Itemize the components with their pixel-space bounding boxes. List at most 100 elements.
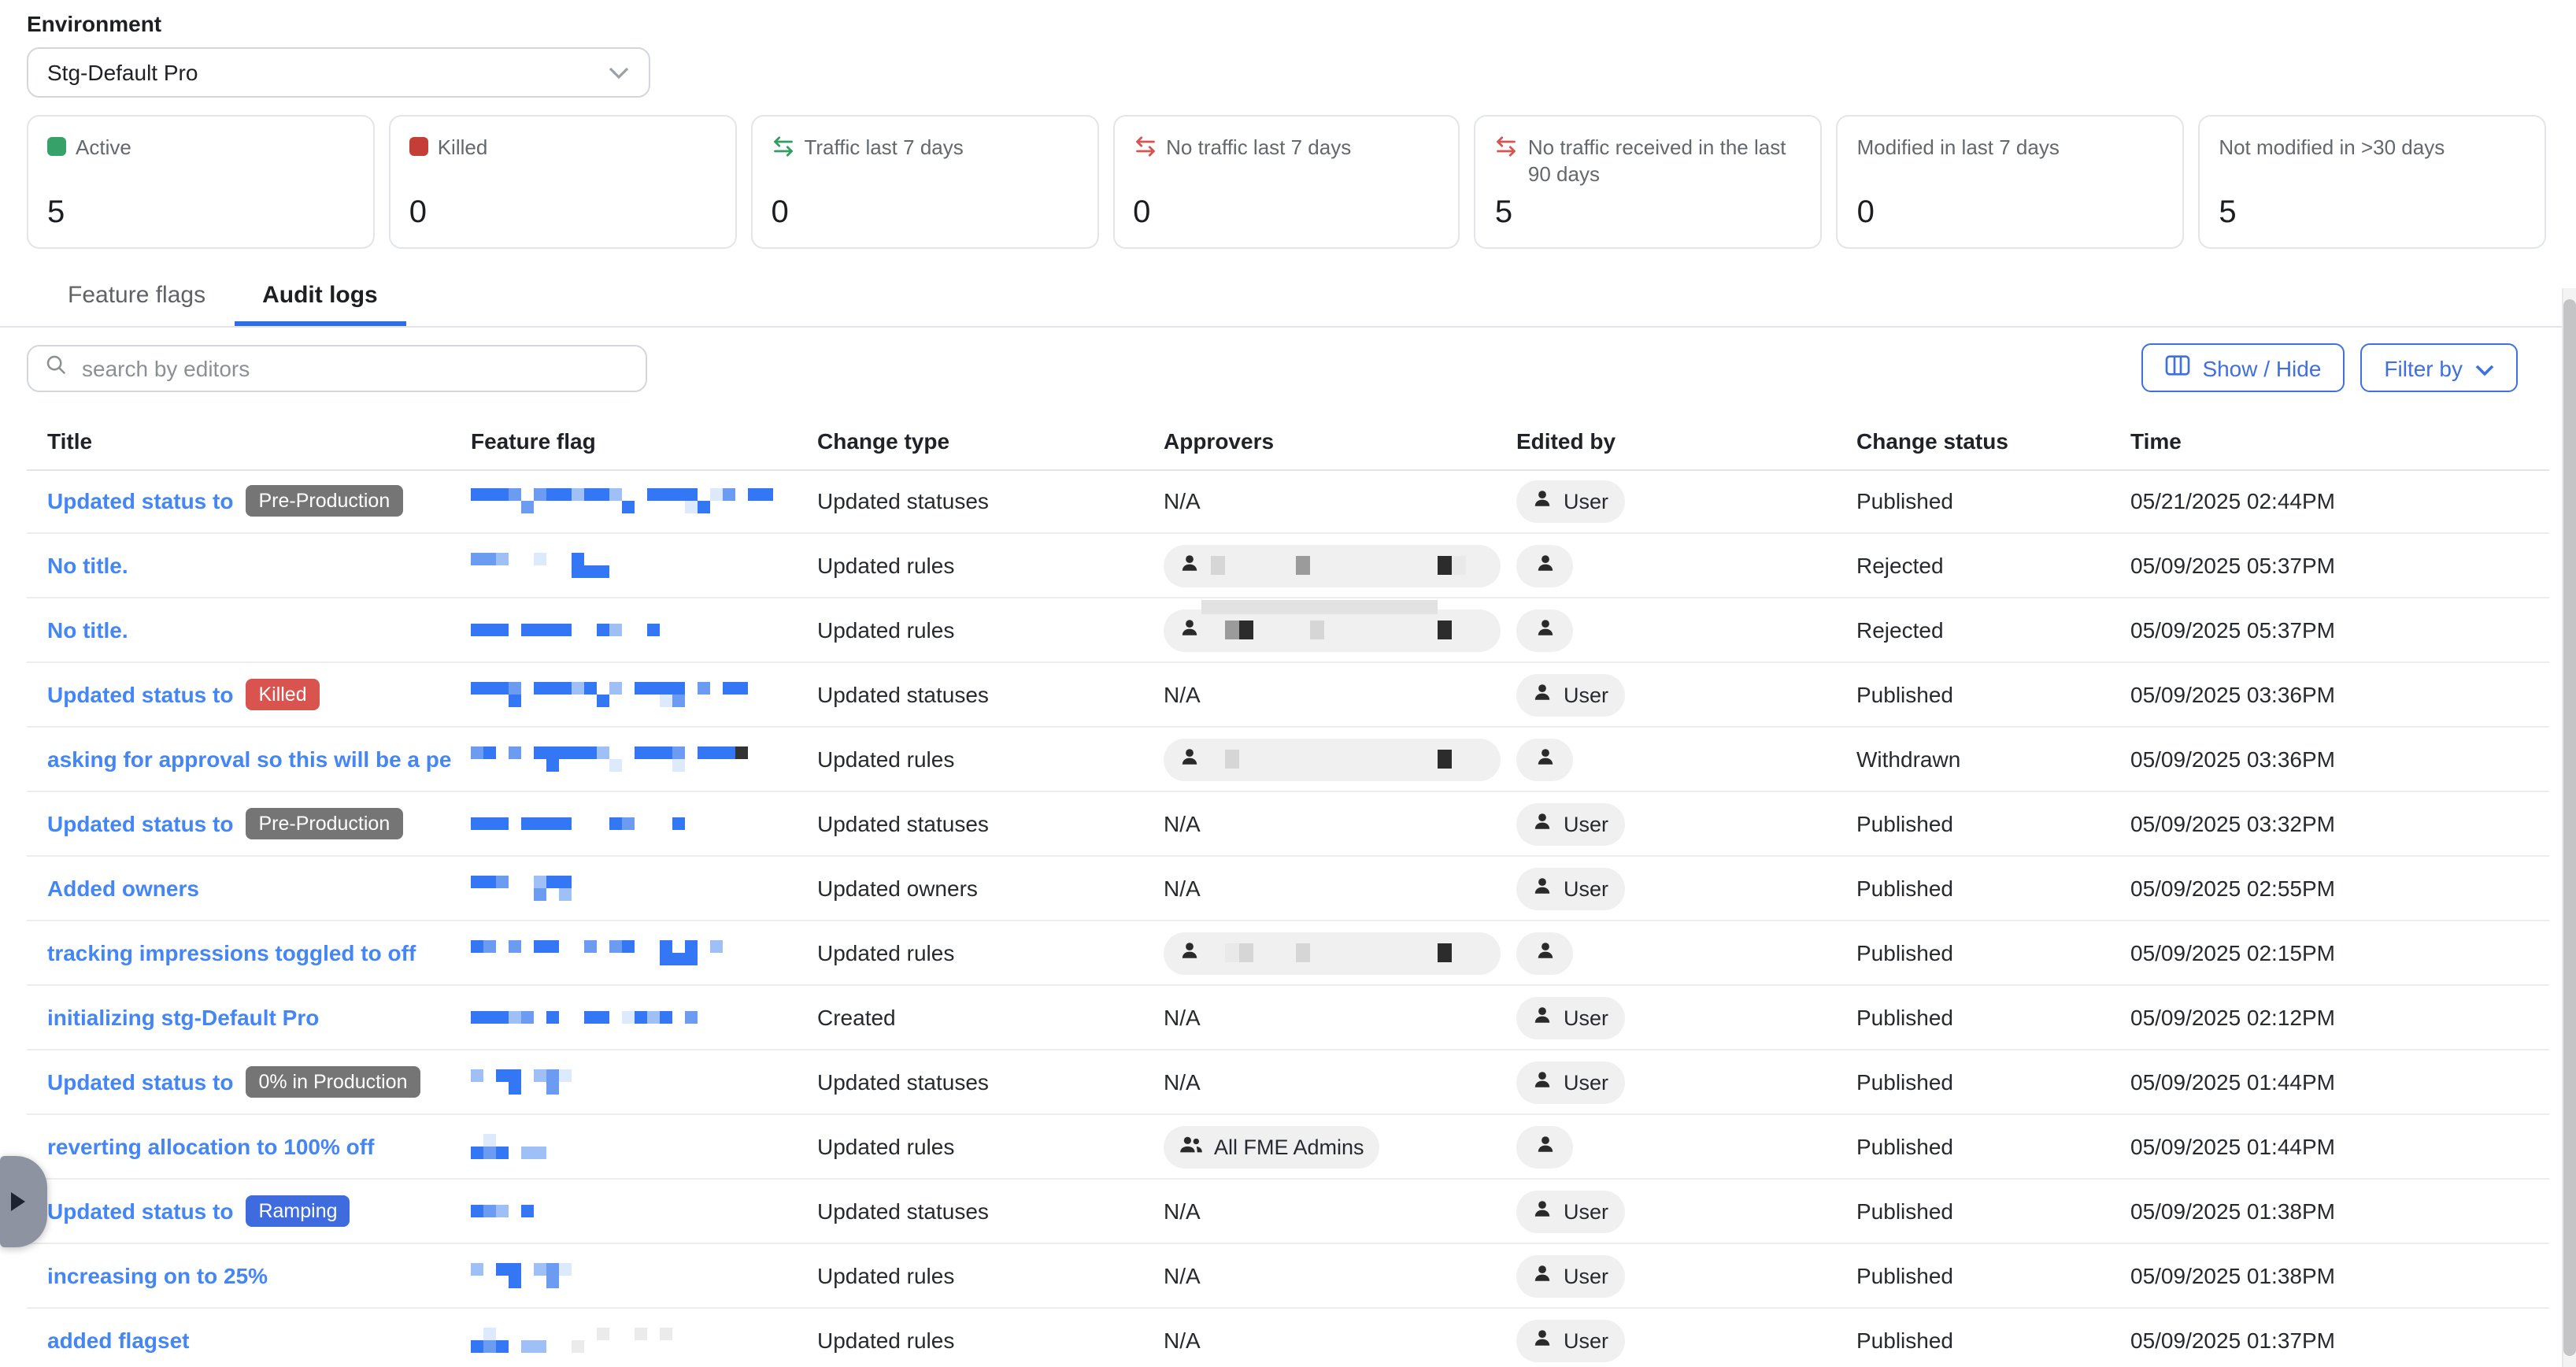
environment-select[interactable]: Stg-Default Pro (27, 47, 650, 98)
mosaic-cell (622, 759, 635, 772)
audit-title-link[interactable]: initializing stg-Default Pro (47, 1005, 319, 1030)
approver-pill[interactable] (1164, 544, 1501, 587)
scrollbar-thumb[interactable] (2563, 299, 2576, 1356)
mosaic-cell (584, 501, 597, 513)
mosaic-cell (483, 624, 496, 636)
edited-by-pill[interactable]: User (1516, 1190, 1624, 1232)
audit-title-link[interactable]: tracking impressions toggled to off (47, 940, 416, 965)
mosaic-cell (471, 501, 483, 513)
change-status-cell: Published (1856, 1005, 2130, 1030)
stat-card-label-row: Not modified in >30 days (2219, 134, 2526, 161)
edited-by-pill[interactable]: User (1516, 1061, 1624, 1103)
edited-by-pill[interactable]: User (1516, 996, 1624, 1039)
redaction-cell (1438, 556, 1452, 575)
approver-pill[interactable] (1164, 738, 1501, 780)
mosaic-cell (609, 1011, 622, 1024)
approver-pill[interactable] (1164, 932, 1501, 974)
audit-title-link[interactable]: Updated status to (47, 682, 233, 707)
audit-title-link[interactable]: increasing on to 25% (47, 1263, 268, 1288)
approvers-cell: All FME Admins (1164, 1125, 1516, 1168)
mosaic-cell (584, 682, 597, 695)
mosaic-cell (685, 1011, 698, 1024)
mosaic-line (471, 682, 817, 695)
mosaic-cell (660, 488, 672, 501)
change-type-cell: Updated statuses (817, 488, 1164, 513)
edited-by-pill[interactable]: User (1516, 802, 1624, 845)
audit-title-link[interactable]: No title. (47, 617, 128, 643)
toolbar-buttons: Show / Hide Filter by (2141, 343, 2518, 392)
change-type-cell: Updated rules (817, 940, 1164, 965)
redaction-cell (1353, 556, 1367, 575)
approver-pill[interactable] (1164, 609, 1501, 651)
mosaic-cell (471, 1328, 483, 1340)
audit-title-link[interactable]: asking for approval so this will be a pe (47, 746, 451, 772)
audit-title-link[interactable]: No title. (47, 553, 128, 578)
stat-card-label: No traffic last 7 days (1166, 134, 1351, 161)
redaction-cell (1409, 621, 1423, 639)
mosaic-cell (710, 501, 723, 513)
edited-by-pill[interactable] (1516, 609, 1573, 651)
redaction-cell (1296, 621, 1310, 639)
redaction-cell (1452, 556, 1466, 575)
filter-by-button[interactable]: Filter by (2360, 343, 2518, 392)
column-header-time: Time (2130, 428, 2549, 454)
table-row: tracking impressions toggled to off Updat… (27, 921, 2549, 986)
redaction-cell (1409, 556, 1423, 575)
redacted-flag-mosaic (471, 940, 817, 965)
mosaic-cell (483, 888, 496, 901)
mosaic-cell (660, 1011, 672, 1024)
edited-by-pill[interactable]: User (1516, 867, 1624, 909)
audit-title-link[interactable]: added flagset (47, 1328, 190, 1353)
stat-card: No traffic last 7 days0 (1112, 115, 1460, 249)
stat-card-label-row: Modified in last 7 days (1857, 134, 2164, 161)
audit-title-link[interactable]: reverting allocation to 100% off (47, 1134, 374, 1159)
edited-by-pill[interactable] (1516, 738, 1573, 780)
feature-flag-cell (471, 1328, 817, 1353)
edited-by-pill[interactable]: User (1516, 1254, 1624, 1297)
audit-title-link[interactable]: Updated status to (47, 1198, 233, 1224)
edited-by-pill[interactable]: User (1516, 673, 1624, 716)
mosaic-cell (723, 746, 735, 759)
mosaic-cell (496, 1134, 509, 1147)
edited-by-pill[interactable] (1516, 1125, 1573, 1168)
mosaic-cell (521, 876, 534, 888)
mosaic-cell (698, 682, 710, 695)
mosaic-cell (496, 1069, 509, 1082)
tab-audit-logs[interactable]: Audit logs (234, 265, 406, 326)
edited-by-label: User (1564, 1006, 1608, 1029)
mosaic-cell (483, 817, 496, 830)
mosaic-cell (622, 488, 635, 501)
mosaic-cell (471, 1134, 483, 1147)
approver-group-pill[interactable]: All FME Admins (1164, 1125, 1380, 1168)
mosaic-cell (635, 746, 647, 759)
edited-by-pill[interactable] (1516, 544, 1573, 587)
mosaic-line (471, 1328, 817, 1340)
mosaic-cell (509, 695, 521, 707)
redaction-cell (1282, 556, 1296, 575)
show-hide-button[interactable]: Show / Hide (2141, 343, 2345, 392)
edited-by-pill[interactable] (1516, 932, 1573, 974)
redaction-underbar (1201, 599, 1438, 613)
mosaic-cell (546, 953, 559, 965)
scrollbar-track[interactable] (2562, 288, 2576, 1367)
redacted-flag-mosaic (471, 1134, 817, 1159)
audit-title-link[interactable]: Updated status to (47, 488, 233, 513)
search-input[interactable] (79, 354, 630, 383)
panel-expand-handle[interactable] (0, 1156, 47, 1247)
change-status-cell: Published (1856, 682, 2130, 707)
mosaic-cell (597, 1011, 609, 1024)
approvers-cell: N/A (1164, 1005, 1516, 1030)
mosaic-cell (572, 953, 584, 965)
audit-title-link[interactable]: Updated status to (47, 811, 233, 836)
status-badge: Killed (246, 679, 319, 710)
edited-by-pill[interactable]: User (1516, 1319, 1624, 1361)
mosaic-cell (496, 817, 509, 830)
edited-by-pill[interactable]: User (1516, 480, 1624, 522)
stat-card: Traffic last 7 days0 (750, 115, 1098, 249)
audit-title-link[interactable]: Added owners (47, 876, 199, 901)
mosaic-cell (471, 1011, 483, 1024)
tab-feature-flags[interactable]: Feature flags (39, 265, 234, 326)
approvers-cell: N/A (1164, 876, 1516, 901)
edited-by-label: User (1564, 1070, 1608, 1094)
audit-title-link[interactable]: Updated status to (47, 1069, 233, 1095)
